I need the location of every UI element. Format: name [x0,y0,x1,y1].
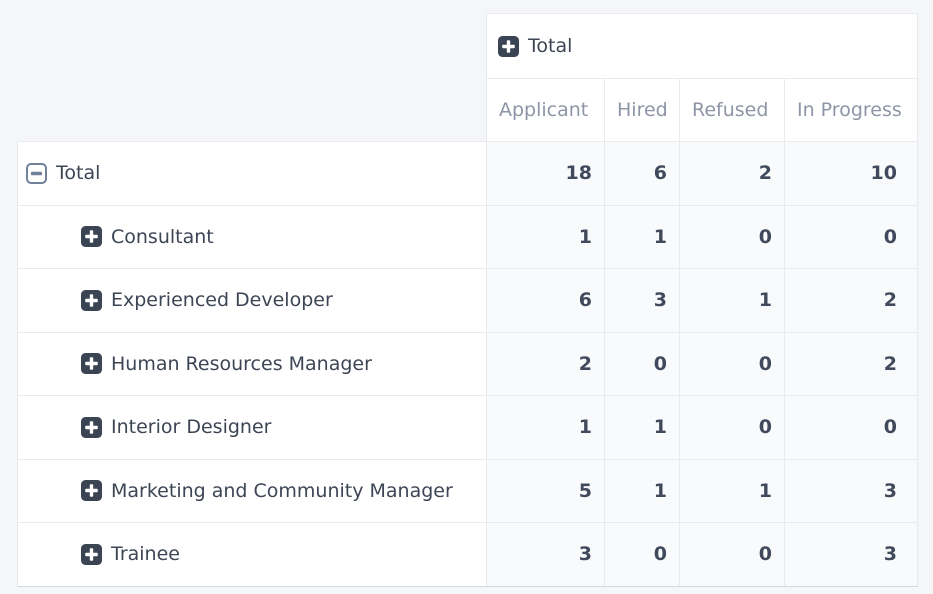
value-cell: 2 [487,332,605,396]
row-label: Interior Designer [111,416,271,438]
value-cell: 1 [605,459,680,523]
pivot-row-human-resources-manager: Human Resources Manager 2 0 0 2 [18,332,918,396]
value-cell: 3 [785,459,918,523]
value-cell: 0 [680,205,785,269]
value-cell: 1 [605,205,680,269]
pivot-row-trainee: Trainee 3 0 0 3 [18,523,918,587]
value-cell: 6 [605,142,680,206]
value-cell: 0 [680,523,785,587]
row-label: Total [56,162,100,184]
value-cell: 3 [487,523,605,587]
measure-header-refused[interactable]: Refused [680,79,785,142]
value-cell: 1 [680,269,785,333]
plus-square-icon [498,36,519,57]
column-group-header-total[interactable]: Total [487,14,918,79]
pivot-corner-cell [18,14,487,142]
row-header-trainee[interactable]: Trainee [18,523,487,587]
value-cell: 2 [785,269,918,333]
pivot-view: Total Applicant Hired Refused In Progres… [0,0,933,594]
row-header-consultant[interactable]: Consultant [18,205,487,269]
measure-header-hired[interactable]: Hired [605,79,680,142]
value-cell: 0 [605,332,680,396]
row-label: Human Resources Manager [111,353,372,375]
value-cell: 6 [487,269,605,333]
measure-header-in-progress[interactable]: In Progress [785,79,918,142]
pivot-table-container: Total Applicant Hired Refused In Progres… [17,13,918,587]
pivot-row-consultant: Consultant 1 1 0 0 [18,205,918,269]
value-cell: 0 [785,396,918,460]
value-cell: 1 [680,459,785,523]
value-cell: 2 [785,332,918,396]
value-cell: 18 [487,142,605,206]
row-header-marketing-and-community-manager[interactable]: Marketing and Community Manager [18,459,487,523]
value-cell: 0 [680,332,785,396]
row-header-total[interactable]: Total [18,142,487,206]
pivot-table: Total Applicant Hired Refused In Progres… [17,13,918,587]
value-cell: 0 [605,523,680,587]
plus-square-icon [81,480,102,501]
value-cell: 10 [785,142,918,206]
value-cell: 1 [487,205,605,269]
measure-label: Refused [692,99,768,121]
measure-label: Hired [617,99,668,121]
pivot-row-marketing-and-community-manager: Marketing and Community Manager 5 1 1 3 [18,459,918,523]
value-cell: 3 [605,269,680,333]
row-label: Trainee [111,543,180,565]
plus-square-icon [81,226,102,247]
measure-label: In Progress [797,99,902,121]
row-header-experienced-developer[interactable]: Experienced Developer [18,269,487,333]
pivot-row-total: Total 18 6 2 10 [18,142,918,206]
plus-square-icon [81,353,102,374]
column-group-label: Total [528,35,572,57]
measure-header-applicant[interactable]: Applicant [487,79,605,142]
row-header-human-resources-manager[interactable]: Human Resources Manager [18,332,487,396]
pivot-row-interior-designer: Interior Designer 1 1 0 0 [18,396,918,460]
value-cell: 2 [680,142,785,206]
value-cell: 0 [680,396,785,460]
value-cell: 5 [487,459,605,523]
plus-square-icon [81,544,102,565]
pivot-row-experienced-developer: Experienced Developer 6 3 1 2 [18,269,918,333]
value-cell: 3 [785,523,918,587]
minus-square-icon [26,163,47,184]
row-label: Experienced Developer [111,289,333,311]
value-cell: 0 [785,205,918,269]
row-label: Consultant [111,226,214,248]
value-cell: 1 [605,396,680,460]
plus-square-icon [81,417,102,438]
value-cell: 1 [487,396,605,460]
plus-square-icon [81,290,102,311]
row-label: Marketing and Community Manager [111,480,453,502]
measure-label: Applicant [499,99,588,121]
row-header-interior-designer[interactable]: Interior Designer [18,396,487,460]
